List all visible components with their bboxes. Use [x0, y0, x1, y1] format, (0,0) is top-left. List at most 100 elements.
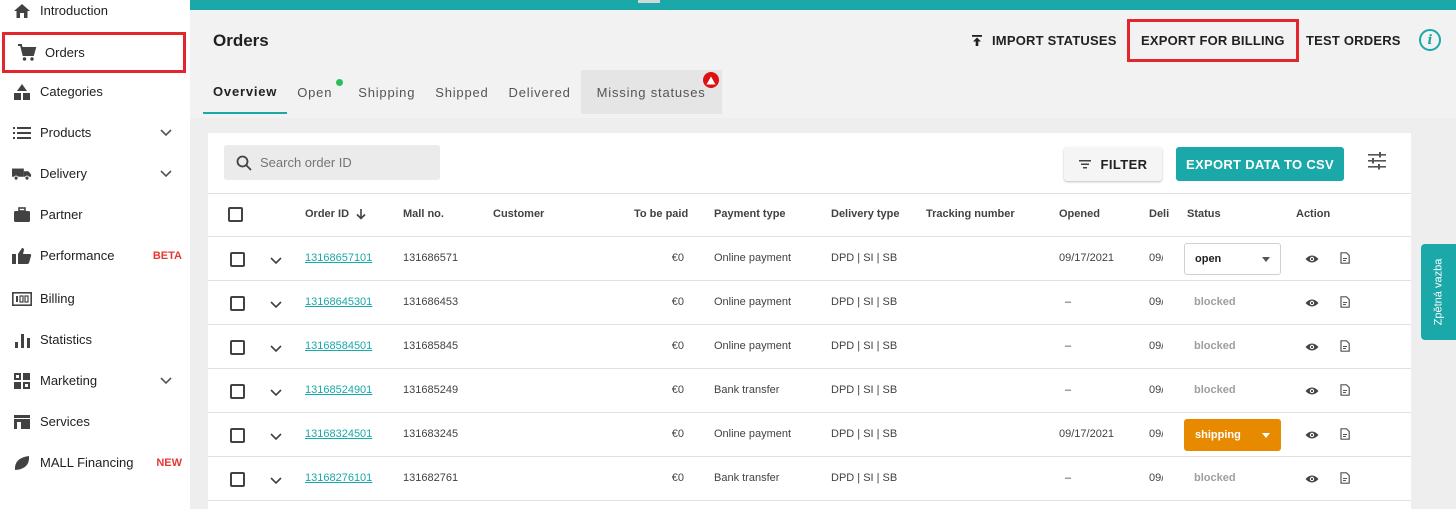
sort-descending-icon[interactable] [355, 208, 367, 220]
export-for-billing-button[interactable]: EXPORT FOR BILLING [1127, 19, 1299, 62]
store-icon [12, 412, 32, 432]
document-icon[interactable] [1340, 252, 1350, 267]
table-row[interactable]: 13168524901 131685249 €0 Bank transfer D… [208, 369, 1411, 413]
document-icon[interactable] [1340, 472, 1350, 487]
chevron-down-icon[interactable] [160, 166, 172, 181]
document-icon[interactable] [1340, 340, 1350, 355]
column-header-customer[interactable]: Customer [493, 208, 544, 220]
chevron-down-icon[interactable] [270, 297, 282, 312]
search-input[interactable] [260, 155, 430, 170]
sidebar-item-label: Delivery [40, 166, 87, 181]
row-checkbox[interactable] [230, 340, 245, 355]
sidebar-item-performance[interactable]: Performance BETA [0, 235, 190, 276]
import-statuses-button[interactable]: IMPORT STATUSES [972, 33, 1117, 48]
sidebar-item-categories[interactable]: Categories [0, 71, 190, 112]
sidebar-item-services[interactable]: Services [0, 401, 190, 442]
status-select[interactable]: shipping [1184, 419, 1281, 451]
status-value: blocked [1194, 340, 1236, 352]
sidebar-item-mall-financing[interactable]: MALL Financing NEW [0, 442, 190, 483]
tab-overview[interactable]: Overview [203, 70, 288, 114]
order-id-link[interactable]: 13168324501 [305, 428, 372, 440]
to-be-paid-cell: €0 [671, 384, 684, 396]
row-checkbox[interactable] [230, 472, 245, 487]
chevron-down-icon[interactable] [160, 125, 172, 140]
column-header-opened[interactable]: Opened [1059, 208, 1100, 220]
search-box[interactable] [224, 145, 440, 180]
chevron-down-icon[interactable] [270, 385, 282, 400]
chevron-down-icon[interactable] [270, 473, 282, 488]
eye-icon[interactable] [1305, 428, 1319, 443]
column-header-delivery-date[interactable]: Deli [1149, 208, 1169, 220]
export-csv-button[interactable]: EXPORT DATA TO CSV [1176, 147, 1344, 181]
row-checkbox[interactable] [230, 384, 245, 399]
chevron-down-icon[interactable] [270, 253, 282, 268]
feedback-tab[interactable]: Zpětná vazba [1421, 244, 1456, 340]
table-row[interactable]: 13168324501 131683245 €0 Online payment … [208, 413, 1411, 457]
order-id-link[interactable]: 13168657101 [305, 252, 372, 264]
status-select[interactable]: open [1184, 243, 1281, 275]
new-badge: NEW [156, 456, 182, 469]
mall-no-cell: 131682761 [403, 472, 459, 484]
table-row[interactable]: 13168276101 131682761 €0 Bank transfer D… [208, 457, 1411, 501]
tab-delivered[interactable]: Delivered [499, 70, 581, 114]
sidebar-item-label: Services [40, 414, 90, 429]
delivery-type-cell: DPD | SI | SB [831, 252, 898, 264]
list-icon [12, 123, 32, 143]
to-be-paid-cell: €0 [671, 252, 684, 264]
table-row[interactable]: 13168645301 131686453 €0 Online payment … [208, 281, 1411, 325]
select-all-checkbox[interactable] [228, 207, 243, 222]
chevron-down-icon[interactable] [160, 373, 172, 388]
sidebar-item-partner[interactable]: Partner [0, 194, 190, 235]
document-icon[interactable] [1340, 296, 1350, 311]
status-value: shipping [1195, 429, 1241, 441]
to-be-paid-cell: €0 [671, 340, 684, 352]
column-header-mall-no[interactable]: Mall no. [403, 208, 444, 220]
column-settings-icon[interactable] [1367, 152, 1389, 174]
table-row[interactable]: 13168584501 131685845 €0 Online payment … [208, 325, 1411, 369]
filter-button[interactable]: FILTER [1064, 147, 1162, 181]
payment-type-cell: Bank transfer [714, 472, 780, 484]
tab-missing-statuses[interactable]: Missing statuses [580, 70, 722, 114]
test-orders-button[interactable]: TEST ORDERS [1306, 33, 1401, 48]
tab-shipping[interactable]: Shipping [348, 70, 425, 114]
eye-icon[interactable] [1305, 384, 1319, 399]
sidebar-item-delivery[interactable]: Delivery [0, 153, 190, 194]
eye-icon[interactable] [1305, 472, 1319, 487]
document-icon[interactable] [1340, 384, 1350, 399]
eye-icon[interactable] [1305, 296, 1319, 311]
tab-shipped[interactable]: Shipped [425, 70, 498, 114]
column-header-tracking-number[interactable]: Tracking number [926, 208, 1015, 220]
column-header-order-id[interactable]: Order ID [305, 208, 367, 220]
sidebar-item-orders[interactable]: Orders [2, 32, 186, 73]
column-header-status[interactable]: Status [1187, 208, 1221, 220]
sidebar-item-products[interactable]: Products [0, 112, 190, 153]
document-icon[interactable] [1340, 428, 1350, 443]
column-header-action: Action [1296, 208, 1331, 220]
tab-open[interactable]: Open [287, 70, 348, 114]
sidebar-item-marketing[interactable]: Marketing [0, 360, 190, 401]
order-id-link[interactable]: 13168645301 [305, 296, 372, 308]
sidebar-item-introduction[interactable]: Introduction [0, 0, 190, 31]
column-header-delivery-type[interactable]: Delivery type [831, 208, 899, 220]
to-be-paid-cell: €0 [671, 428, 684, 440]
order-id-link[interactable]: 13168584501 [305, 340, 372, 352]
eye-icon[interactable] [1305, 340, 1319, 355]
payment-type-cell: Online payment [714, 340, 792, 352]
column-header-payment-type[interactable]: Payment type [714, 208, 786, 220]
row-checkbox[interactable] [230, 428, 245, 443]
order-id-link[interactable]: 13168524901 [305, 384, 372, 396]
sidebar-item-billing[interactable]: Billing [0, 278, 190, 319]
row-checkbox[interactable] [230, 252, 245, 267]
info-icon[interactable]: i [1419, 29, 1441, 51]
status-value: blocked [1194, 384, 1236, 396]
chevron-down-icon[interactable] [270, 341, 282, 356]
column-header-to-be-paid[interactable]: To be paid [634, 208, 688, 220]
order-id-link[interactable]: 13168276101 [305, 472, 372, 484]
eye-icon[interactable] [1305, 252, 1319, 267]
chevron-down-icon[interactable] [270, 429, 282, 444]
sidebar-item-statistics[interactable]: Statistics [0, 319, 190, 360]
row-checkbox[interactable] [230, 296, 245, 311]
opened-cell: – [1065, 384, 1072, 396]
table-row[interactable]: 13168657101 131686571 €0 Online payment … [208, 237, 1411, 281]
tab-label: Delivered [508, 84, 571, 100]
